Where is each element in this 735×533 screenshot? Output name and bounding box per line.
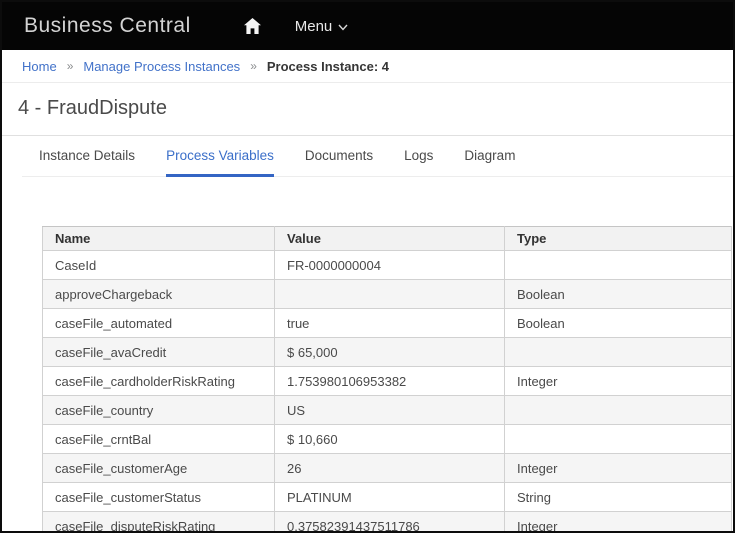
table-header-row: Name Value Type — [43, 227, 732, 251]
breadcrumb-manage-process-instances-link[interactable]: Manage Process Instances — [83, 59, 240, 74]
table-cell: caseFile_disputeRiskRating — [43, 512, 275, 533]
breadcrumb: Home » Manage Process Instances » Proces… — [2, 50, 733, 83]
table-cell — [505, 396, 732, 425]
column-header-type[interactable]: Type — [505, 227, 732, 251]
table-row: caseFile_cardholderRiskRating1.753980106… — [43, 367, 732, 396]
home-icon — [244, 18, 261, 34]
table-cell: String — [505, 483, 732, 512]
column-header-name[interactable]: Name — [43, 227, 275, 251]
table-cell: 26 — [275, 454, 505, 483]
table-row: approveChargeback Boolean — [43, 280, 732, 309]
tabs-bar: Instance Details Process Variables Docum… — [22, 136, 733, 177]
home-button[interactable] — [233, 2, 273, 50]
title-block: 4 - FraudDispute — [2, 83, 733, 136]
table-cell — [505, 251, 732, 280]
table-cell — [505, 338, 732, 367]
table-row: caseFile_customerStatusPLATINUMString — [43, 483, 732, 512]
tab-instance-details[interactable]: Instance Details — [39, 136, 135, 177]
table-cell: caseFile_automated — [43, 309, 275, 338]
tab-documents[interactable]: Documents — [305, 136, 373, 177]
table-cell: approveChargeback — [43, 280, 275, 309]
table-cell: Boolean — [505, 309, 732, 338]
table-row: caseFile_crntBal$ 10,660 — [43, 425, 732, 454]
breadcrumb-home-link[interactable]: Home — [22, 59, 57, 74]
table-row: caseFile_customerAge26Integer — [43, 454, 732, 483]
table-cell: Boolean — [505, 280, 732, 309]
table-row: caseFile_disputeRiskRating0.375823914375… — [43, 512, 732, 533]
menu-label: Menu — [295, 18, 333, 35]
variables-table-body: CaseIdFR-0000000004approveChargeback Bool… — [43, 251, 732, 533]
table-cell: PLATINUM — [275, 483, 505, 512]
table-row: caseFile_avaCredit$ 65,000 — [43, 338, 732, 367]
breadcrumb-separator-icon: » — [67, 59, 74, 73]
table-cell: Integer — [505, 367, 732, 396]
table-cell: $ 65,000 — [275, 338, 505, 367]
table-cell: $ 10,660 — [275, 425, 505, 454]
top-navbar: Business Central Menu — [2, 2, 733, 50]
table-cell: caseFile_customerAge — [43, 454, 275, 483]
breadcrumb-current-page: Process Instance: 4 — [267, 59, 389, 74]
table-cell: caseFile_crntBal — [43, 425, 275, 454]
breadcrumb-separator-icon: » — [250, 59, 257, 73]
menu-dropdown[interactable]: Menu — [295, 18, 349, 35]
table-cell: 0.37582391437511786 — [275, 512, 505, 533]
tab-process-variables[interactable]: Process Variables — [166, 136, 274, 177]
brand-logo[interactable]: Business Central — [24, 14, 191, 38]
table-cell — [505, 425, 732, 454]
table-row: caseFile_countryUS — [43, 396, 732, 425]
tab-diagram[interactable]: Diagram — [464, 136, 515, 177]
tab-logs[interactable]: Logs — [404, 136, 433, 177]
table-cell: caseFile_country — [43, 396, 275, 425]
table-cell: Integer — [505, 454, 732, 483]
table-cell: caseFile_customerStatus — [43, 483, 275, 512]
process-variables-table: Name Value Type CaseIdFR-0000000004appro… — [42, 226, 732, 533]
table-cell: CaseId — [43, 251, 275, 280]
table-cell: caseFile_avaCredit — [43, 338, 275, 367]
table-cell: 1.753980106953382 — [275, 367, 505, 396]
table-cell: Integer — [505, 512, 732, 533]
table-cell — [275, 280, 505, 309]
table-cell: FR-0000000004 — [275, 251, 505, 280]
table-row: CaseIdFR-0000000004 — [43, 251, 732, 280]
process-variables-panel: Name Value Type CaseIdFR-0000000004appro… — [2, 177, 733, 533]
table-cell: caseFile_cardholderRiskRating — [43, 367, 275, 396]
chevron-down-icon — [338, 18, 348, 35]
page-title: 4 - FraudDispute — [18, 97, 713, 120]
table-cell: US — [275, 396, 505, 425]
column-header-value[interactable]: Value — [275, 227, 505, 251]
table-row: caseFile_automatedtrueBoolean — [43, 309, 732, 338]
table-cell: true — [275, 309, 505, 338]
app-window: Business Central Menu Home » Manage Proc… — [0, 0, 735, 533]
